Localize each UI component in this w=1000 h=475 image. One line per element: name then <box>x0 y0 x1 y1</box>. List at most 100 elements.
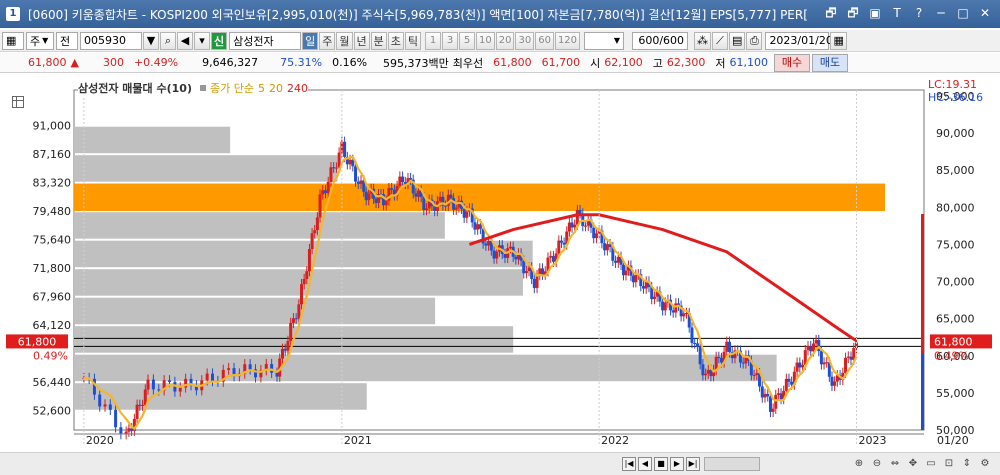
period-tick-button[interactable]: 틱 <box>404 31 421 50</box>
draw-button[interactable]: ⟋ <box>712 31 729 50</box>
candle-body <box>289 322 293 341</box>
candle-body <box>822 362 826 365</box>
range-icon[interactable]: ⇔ <box>888 457 902 471</box>
link-icon[interactable]: 🗗 <box>822 4 840 22</box>
code-dropdown-button[interactable]: ▼ <box>143 31 159 50</box>
candle-body <box>701 364 705 376</box>
interval-3-button[interactable]: 3 <box>442 31 458 50</box>
candle-body <box>329 167 333 182</box>
candle-body <box>755 373 759 376</box>
field-select[interactable]: 전 <box>56 31 78 50</box>
period-year-button[interactable]: 년 <box>353 31 370 50</box>
buy-button[interactable]: 매수 <box>774 53 811 72</box>
scale-icon[interactable]: ⇕ <box>960 457 974 471</box>
period-second-button[interactable]: 초 <box>387 31 404 50</box>
chart-type-box[interactable]: ▦ <box>2 31 24 50</box>
period-minute-button[interactable]: 분 <box>370 31 387 50</box>
candle-body <box>127 428 131 432</box>
text-icon[interactable]: T <box>888 4 906 22</box>
data-count-input[interactable]: 600/600 <box>632 31 689 50</box>
sound-button[interactable]: ◀ <box>177 31 193 50</box>
candle-body <box>771 408 775 412</box>
interval-60-button[interactable]: 60 <box>535 31 554 50</box>
candle-body <box>157 389 161 391</box>
save-button[interactable]: ▤ <box>729 31 746 50</box>
candle-body <box>806 346 810 351</box>
market-type-select[interactable]: 주 ▼ <box>26 31 54 50</box>
candle-body <box>454 207 458 210</box>
fit-icon[interactable]: ⊡ <box>942 457 956 471</box>
scroll-end-button[interactable]: ▶| <box>686 457 700 471</box>
hc-indicator: HC:-36.16 <box>928 91 983 104</box>
candle-body <box>384 200 388 206</box>
price-chart[interactable]: 91,000 87,160 83,320 79,480 75,640 71,800 67,9… <box>0 74 1000 452</box>
candle-body <box>310 233 314 250</box>
drag-icon[interactable]: ✥ <box>906 457 920 471</box>
window-title: [0600] 키움종합차트 - KOSPI200 외국인보유[2,995,010… <box>28 7 808 22</box>
candle-body <box>717 356 721 359</box>
candle-body <box>438 196 442 202</box>
candle-body <box>798 362 802 368</box>
search-button[interactable]: ⌕ <box>160 31 176 50</box>
interval-30-button[interactable]: 30 <box>515 31 535 50</box>
grid-toggle-icon[interactable] <box>12 96 24 108</box>
candle-body <box>641 286 645 289</box>
candle-body <box>302 279 306 285</box>
x-axis-tick: 2022 <box>601 434 629 447</box>
candle-body <box>846 356 850 358</box>
y-axis-right-tick: 55,000 <box>936 387 975 400</box>
lc-indicator: LC:19.31 <box>928 78 977 91</box>
scroll-controls: |◀ ◀ ■ ▶ ▶| <box>620 457 700 471</box>
candle-body <box>549 256 553 258</box>
close-icon[interactable]: ✕ <box>976 4 994 22</box>
candle-body <box>323 190 327 194</box>
period-week-button[interactable]: 주 <box>319 31 336 50</box>
y-axis-left-tick: 52,600 <box>33 405 72 418</box>
zoom-out-icon[interactable]: ⊖ <box>870 457 884 471</box>
candle-body <box>787 378 791 382</box>
period-month-button[interactable]: 월 <box>336 31 353 50</box>
best-ask: 61,800 <box>493 56 532 69</box>
scroll-left-button[interactable]: ◀ <box>638 457 652 471</box>
y-axis-left-tick: 56,440 <box>33 376 72 389</box>
candle-body <box>326 181 330 194</box>
chevron-down-icon: ▼ <box>42 36 49 45</box>
candle-body <box>476 224 480 230</box>
low-price: 61,100 <box>729 56 769 69</box>
stop-button[interactable]: ■ <box>654 457 668 471</box>
scroll-track[interactable] <box>704 457 760 471</box>
candle-body <box>343 141 347 157</box>
settings-icon[interactable]: ⚙ <box>978 457 992 471</box>
candle-body <box>573 224 577 228</box>
candle-body <box>367 193 371 201</box>
scroll-right-button[interactable]: ▶ <box>670 457 684 471</box>
candle-body <box>141 404 145 406</box>
calendar-button[interactable]: ▦ <box>830 31 847 50</box>
scroll-start-button[interactable]: |◀ <box>622 457 636 471</box>
candle-body <box>315 217 319 231</box>
layout-icon[interactable]: ▣ <box>866 4 884 22</box>
interval-5-button[interactable]: 5 <box>459 31 475 50</box>
menu-button[interactable]: ▾ <box>194 31 210 50</box>
candle-body <box>227 368 231 370</box>
help-icon[interactable]: ? <box>910 4 928 22</box>
date-input[interactable]: 2023/01/20 <box>765 31 833 50</box>
print-button[interactable]: ⎙ <box>746 31 763 50</box>
stock-code-input[interactable]: 005930 <box>80 31 142 50</box>
interval-select[interactable]: ▼ <box>584 31 625 50</box>
interval-1-button[interactable]: 1 <box>425 31 441 50</box>
maximize-icon[interactable]: □ <box>954 4 972 22</box>
zoom-in-icon[interactable]: ⊕ <box>852 457 866 471</box>
restore-icon[interactable]: 🗗 <box>844 4 862 22</box>
area-icon[interactable]: ▭ <box>924 457 938 471</box>
interval-20-button[interactable]: 20 <box>495 31 515 50</box>
interval-120-button[interactable]: 120 <box>554 31 581 50</box>
minimize-icon[interactable]: ─ <box>932 4 950 22</box>
candle-body <box>719 358 723 363</box>
interval-10-button[interactable]: 10 <box>476 31 495 50</box>
period-day-button[interactable]: 일 <box>302 31 319 50</box>
save-icon: ▤ <box>732 34 743 47</box>
candle-body <box>725 341 729 352</box>
sell-button[interactable]: 매도 <box>812 53 849 72</box>
indicator-button[interactable]: ⁂ <box>694 31 712 50</box>
